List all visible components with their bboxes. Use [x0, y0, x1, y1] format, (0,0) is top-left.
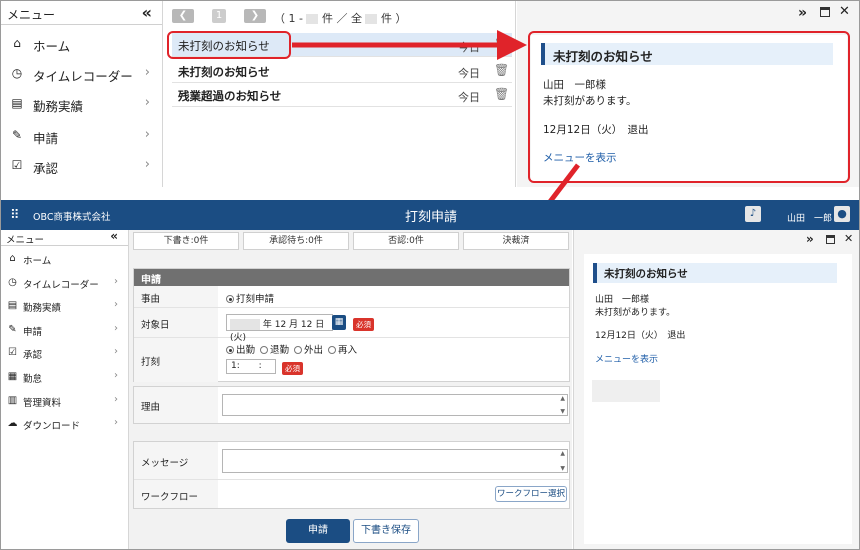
image-border	[0, 0, 860, 550]
